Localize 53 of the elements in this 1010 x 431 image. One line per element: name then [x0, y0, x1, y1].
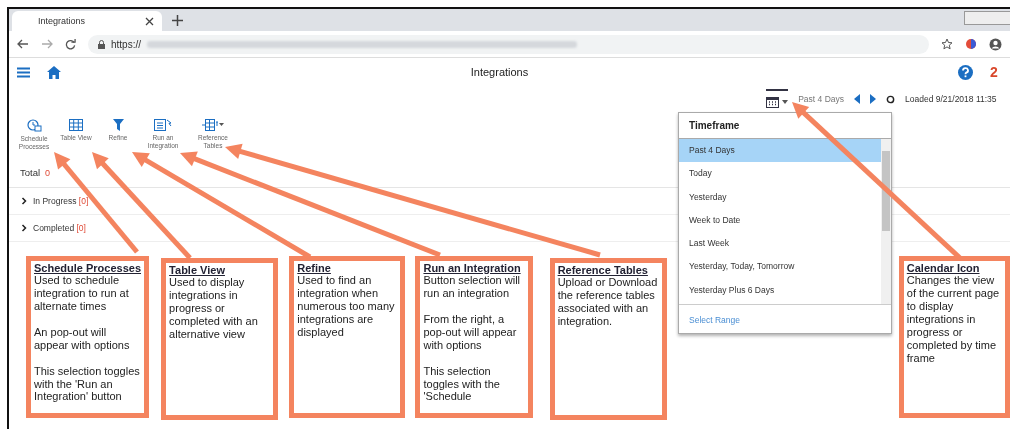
annotation-text: Changes the view of the current page to display integrations in progress or completed by time frame	[906, 274, 1001, 365]
reload-icon[interactable]	[65, 38, 76, 50]
clock-calendar-icon	[26, 119, 42, 132]
annotation-text: This selection toggles with the 'Schedule	[423, 364, 501, 404]
calendar-button[interactable]	[766, 89, 789, 109]
annotation-text: This selection toggles with the 'Run an Integration' button	[34, 364, 141, 404]
timeframe-option[interactable]: Yesterday	[679, 185, 881, 209]
annotation-title: Schedule Processes	[34, 261, 142, 275]
document-cursor-icon	[154, 119, 172, 131]
home-icon[interactable]	[47, 65, 61, 79]
annotation-title: Calendar Icon	[906, 261, 981, 275]
annotation-text: Used to display integrations in progress or completed with an alternative view	[169, 276, 259, 341]
timeframe-option[interactable]: Yesterday Plus 6 Days	[679, 278, 881, 303]
caret-icon	[782, 100, 789, 104]
annotation-text: An pop-out will appear with options	[34, 326, 131, 352]
page-title: Integrations	[469, 66, 530, 78]
address-field[interactable]: https://	[88, 34, 929, 54]
extension-icon[interactable]	[965, 38, 977, 50]
star-icon[interactable]	[941, 38, 953, 50]
close-icon[interactable]	[145, 16, 154, 26]
lock-icon	[98, 39, 105, 49]
annotation-title: Table View	[169, 263, 226, 277]
filter-icon	[112, 119, 124, 131]
annotation-title: Run an Integration	[423, 261, 522, 275]
total-label: Total	[20, 166, 41, 178]
annotation-text: From the right, a pop-out will appear with options	[423, 313, 518, 352]
timeframe-label: Past 4 Days	[798, 94, 844, 104]
annotation-title: Refine	[297, 261, 332, 275]
timeframe-option[interactable]: Yesterday, Today, Tomorrow	[679, 255, 881, 279]
previous-icon[interactable]	[854, 94, 860, 104]
menu-icon[interactable]	[17, 66, 30, 78]
loaded-timestamp: Loaded 9/21/2018 11:35	[905, 94, 998, 104]
table-icon	[69, 119, 83, 131]
profile-icon[interactable]	[989, 37, 1002, 51]
annotation-text: Used to find an integration when numerous too many integrations are displayed	[297, 274, 396, 339]
back-icon[interactable]	[17, 39, 29, 49]
browser-tab[interactable]: Integrations	[12, 11, 162, 31]
annotation-title: Reference Tables	[557, 263, 649, 277]
refresh-icon[interactable]	[886, 94, 895, 104]
scrollbar[interactable]	[881, 139, 891, 304]
next-icon[interactable]	[870, 94, 876, 104]
new-tab-icon[interactable]	[172, 15, 183, 26]
table-caret-icon	[202, 119, 224, 131]
select-range-link[interactable]: Select Range	[689, 315, 741, 325]
calendar-icon	[766, 96, 780, 108]
timeframe-option[interactable]: Today	[679, 162, 881, 186]
help-icon[interactable]	[958, 64, 973, 80]
timeframe-option[interactable]: Past 4 Days	[679, 139, 881, 163]
notification-count[interactable]: 2	[990, 64, 1002, 80]
total-count: 0	[45, 167, 51, 178]
annotation-text: Button selection will run an integration	[423, 274, 522, 301]
annotation-text: Upload or Download the reference tables associated with an integration.	[557, 276, 659, 328]
annotation-text: Used to schedule integration to run at alternate times	[34, 274, 130, 314]
